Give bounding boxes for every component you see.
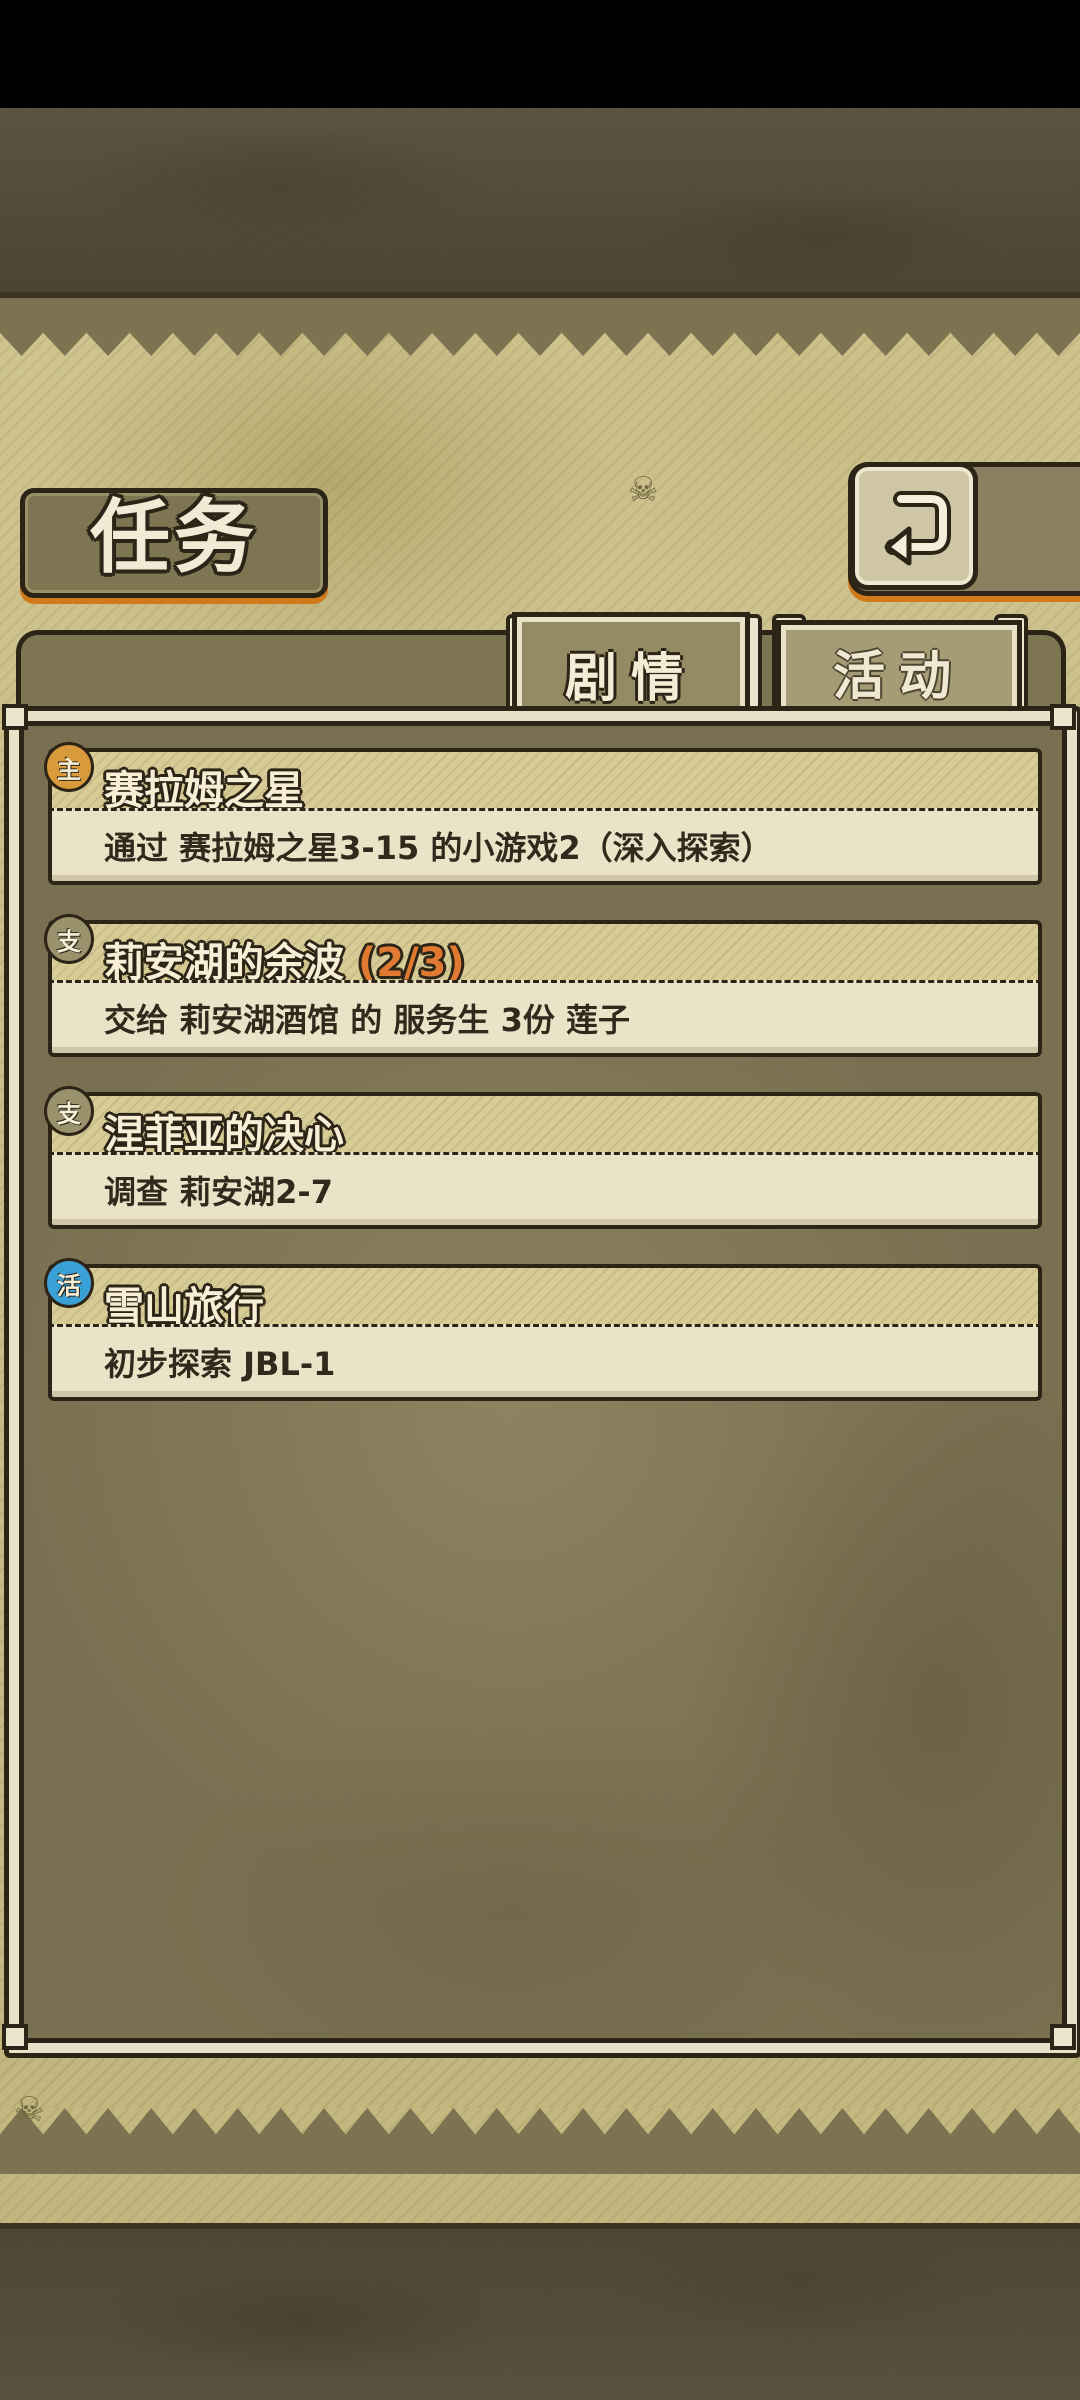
quest-description-box: 调查 莉安湖2-7 — [48, 1152, 1042, 1229]
quest-item[interactable]: 雪山旅行 活 初步探索 JBL-1 — [44, 1258, 1042, 1404]
return-arrow-icon — [884, 491, 951, 566]
main-quest-badge-icon: 主 — [44, 742, 94, 792]
quest-header: 雪山旅行 — [48, 1264, 1042, 1330]
quest-description-box: 交给 莉安湖酒馆 的 服务生 3份 莲子 — [48, 980, 1042, 1057]
skull-crossbones-icon: ☠ — [14, 2090, 45, 2130]
quest-item[interactable]: 赛拉姆之星 主 通过 赛拉姆之星3-15 的小游戏2（深入探索） — [44, 742, 1042, 888]
quest-item[interactable]: 莉安湖的余波 (2/3) 支 交给 莉安湖酒馆 的 服务生 3份 莲子 — [44, 914, 1042, 1060]
quest-header: 涅菲亚的决心 — [48, 1092, 1042, 1158]
side-quest-badge-icon: 支 — [44, 1086, 94, 1136]
map-background-top — [0, 108, 1080, 298]
back-button[interactable] — [850, 462, 978, 590]
quest-screen: ☠ ☠ 任务 剧情 活动 赛拉姆之星 主 通过 赛拉姆之星3-15 的小游戏2（… — [0, 0, 1080, 2400]
status-bar — [0, 0, 1080, 108]
frame-corner — [1050, 2024, 1076, 2050]
map-background-bottom — [0, 2210, 1080, 2400]
quest-description-box: 初步探索 JBL-1 — [48, 1324, 1042, 1401]
tab-events[interactable]: 活动 — [776, 620, 1022, 717]
skull-crossbones-icon: ☠ — [628, 470, 659, 510]
quest-description: 初步探索 JBL-1 — [104, 1345, 336, 1383]
quest-description: 通过 赛拉姆之星3-15 的小游戏2（深入探索） — [104, 829, 773, 867]
event-quest-badge-icon: 活 — [44, 1258, 94, 1308]
quest-header: 莉安湖的余波 (2/3) — [48, 920, 1042, 986]
quest-description-box: 通过 赛拉姆之星3-15 的小游戏2（深入探索） — [48, 808, 1042, 885]
side-quest-badge-icon: 支 — [44, 914, 94, 964]
frame-corner — [2, 2024, 28, 2050]
quest-item[interactable]: 涅菲亚的决心 支 调查 莉安湖2-7 — [44, 1086, 1042, 1232]
title-plate: 任务 — [20, 488, 328, 598]
frame-corner — [2, 704, 28, 730]
quest-header: 赛拉姆之星 — [48, 748, 1042, 814]
quest-description: 交给 莉安湖酒馆 的 服务生 3份 莲子 — [104, 1001, 630, 1039]
page-title: 任务 — [90, 490, 258, 584]
quest-description: 调查 莉安湖2-7 — [104, 1173, 333, 1211]
frame-corner — [1050, 704, 1076, 730]
